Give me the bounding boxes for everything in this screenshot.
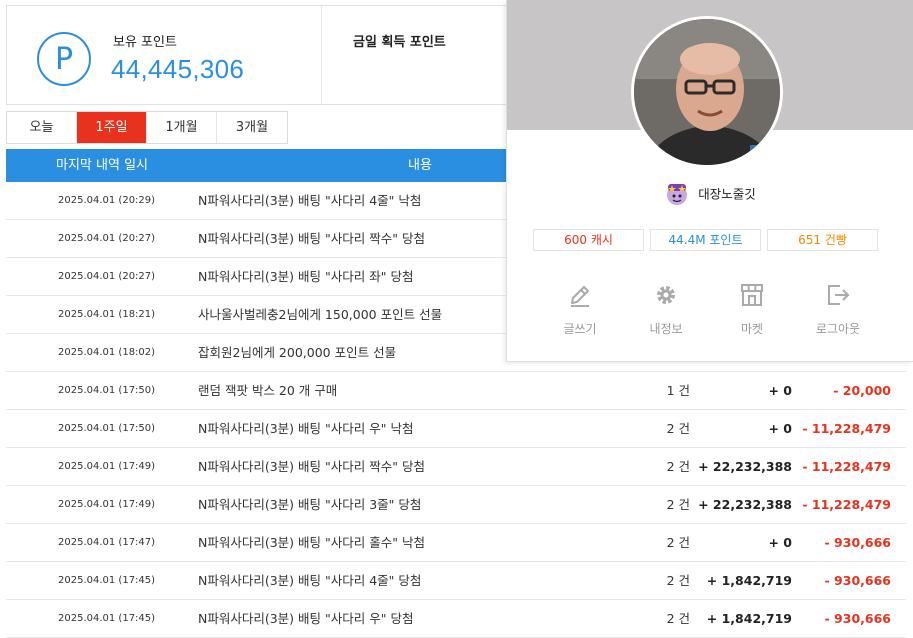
row-date: 2025.04.01 (17:49) [58, 499, 156, 510]
row-date: 2025.04.01 (20:27) [58, 271, 156, 282]
row-content: N파워사다리(3분) 배팅 "사다리 홀수" 낙첨 [198, 535, 425, 550]
row-count: 2 건 [666, 535, 690, 550]
row-content: N파워사다리(3분) 배팅 "사다리 좌" 당첨 [198, 269, 414, 284]
row-income: + 22,232,388 [698, 459, 792, 474]
write-button[interactable]: 글쓰기 [545, 282, 615, 337]
table-row: 2025.04.01 (17:49) N파워사다리(3분) 배팅 "사다리 짝수"… [6, 448, 906, 486]
header-date: 마지막 내역 일시 [56, 158, 148, 173]
row-income: + 0 [768, 421, 792, 436]
profile-stats: 600 캐시 44.4M 포인트 651 건빵 [533, 229, 878, 251]
gunbbang-stat[interactable]: 651 건빵 [767, 229, 878, 251]
level-badge-icon [667, 184, 688, 205]
row-content: N파워사다리(3분) 배팅 "사다리 우" 당첨 [198, 611, 414, 626]
row-expense: - 11,228,479 [802, 497, 891, 512]
hold-points-label: 보유 포인트 [113, 35, 177, 50]
row-content: 잡회원2님에게 200,000 포인트 선물 [198, 345, 397, 360]
row-date: 2025.04.01 (17:50) [58, 385, 156, 396]
row-expense: - 930,666 [824, 611, 891, 626]
logout-button[interactable]: 로그아웃 [803, 282, 873, 337]
row-content: 랜덤 잭팟 박스 20 개 구매 [198, 383, 338, 398]
row-income: + 0 [768, 383, 792, 398]
row-count: 2 건 [666, 421, 690, 436]
row-date: 2025.04.01 (17:45) [58, 575, 156, 586]
table-row: 2025.04.01 (17:49) N파워사다리(3분) 배팅 "사다리 3줄"… [6, 486, 906, 524]
row-income: + 22,232,388 [698, 497, 792, 512]
row-expense: - 11,228,479 [802, 459, 891, 474]
row-date: 2025.04.01 (20:29) [58, 195, 156, 206]
row-income: + 0 [768, 535, 792, 550]
row-count: 2 건 [666, 459, 690, 474]
row-date: 2025.04.01 (20:27) [58, 233, 156, 244]
row-date: 2025.04.01 (18:02) [58, 347, 156, 358]
pencil-icon [571, 286, 589, 307]
row-income: + 1,842,719 [706, 573, 792, 588]
today-points-label: 금일 획득 포인트 [353, 35, 446, 50]
row-date: 2025.04.01 (17:49) [58, 461, 156, 472]
row-count: 2 건 [666, 497, 690, 512]
my-info-button[interactable]: 내정보 [631, 282, 701, 337]
row-content: 사나울사벌레충2님에게 150,000 포인트 선물 [198, 307, 443, 322]
row-expense: - 11,228,479 [802, 421, 891, 436]
row-count: 1 건 [666, 383, 690, 398]
table-row: 2025.04.01 (17:45) N파워사다리(3분) 배팅 "사다리 4줄"… [6, 562, 906, 600]
row-count: 2 건 [666, 573, 690, 588]
avatar-photo [634, 19, 780, 165]
logout-icon [828, 285, 850, 305]
tab-1month[interactable]: 1개월 [147, 112, 217, 143]
row-date: 2025.04.01 (17:50) [58, 423, 156, 434]
tab-today[interactable]: 오늘 [7, 112, 77, 143]
row-content: N파워사다리(3분) 배팅 "사다리 짝수" 당첨 [198, 231, 425, 246]
profile-popup: 대장노줄깃 600 캐시 44.4M 포인트 651 건빵 글쓰기 내정보 마켓… [506, 0, 913, 362]
nickname-row: 대장노줄깃 [507, 180, 913, 206]
row-date: 2025.04.01 (18:21) [58, 309, 156, 320]
point-p-icon: P [37, 32, 91, 86]
row-content: N파워사다리(3분) 배팅 "사다리 4줄" 당첨 [198, 573, 422, 588]
profile-actions: 글쓰기 내정보 마켓 로그아웃 [533, 282, 885, 337]
point-stat[interactable]: 44.4M 포인트 [650, 229, 761, 251]
store-icon [741, 284, 763, 306]
market-button[interactable]: 마켓 [717, 282, 787, 337]
row-expense: - 930,666 [824, 535, 891, 550]
period-tabs: 오늘 1주일 1개월 3개월 [6, 111, 288, 144]
cash-stat[interactable]: 600 캐시 [533, 229, 644, 251]
table-row: 2025.04.01 (17:45) N파워사다리(3분) 배팅 "사다리 우" … [6, 600, 906, 638]
row-content: N파워사다리(3분) 배팅 "사다리 짝수" 당첨 [198, 459, 425, 474]
row-content: N파워사다리(3분) 배팅 "사다리 우" 낙첨 [198, 421, 414, 436]
row-income: + 1,842,719 [706, 611, 792, 626]
gear-icon [657, 286, 675, 304]
table-row: 2025.04.01 (17:47) N파워사다리(3분) 배팅 "사다리 홀수"… [6, 524, 906, 562]
row-content: N파워사다리(3분) 배팅 "사다리 4줄" 낙첨 [198, 193, 422, 208]
hold-points-value: 44,445,306 [111, 54, 245, 84]
tab-3month[interactable]: 3개월 [217, 112, 287, 143]
row-date: 2025.04.01 (17:47) [58, 537, 156, 548]
header-content: 내용 [408, 158, 432, 173]
row-count: 2 건 [666, 611, 690, 626]
table-row: 2025.04.01 (17:50) N파워사다리(3분) 배팅 "사다리 우" … [6, 410, 906, 448]
row-date: 2025.04.01 (17:45) [58, 613, 156, 624]
summary-divider [321, 6, 322, 104]
tab-1week[interactable]: 1주일 [77, 112, 147, 143]
row-expense: - 930,666 [824, 573, 891, 588]
row-expense: - 20,000 [833, 383, 891, 398]
row-content: N파워사다리(3분) 배팅 "사다리 3줄" 당첨 [198, 497, 422, 512]
table-row: 2025.04.01 (17:50) 랜덤 잭팟 박스 20 개 구매 1 건 + 0… [6, 372, 906, 410]
nickname: 대장노줄깃 [698, 186, 756, 202]
avatar[interactable] [631, 16, 783, 168]
